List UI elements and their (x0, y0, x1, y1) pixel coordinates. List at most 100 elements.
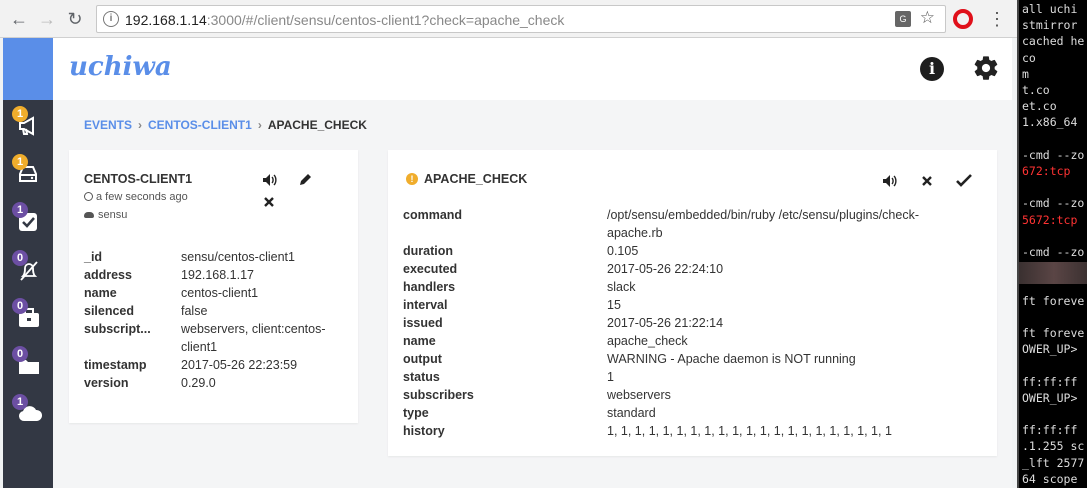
client-field-value: 0.29.0 (181, 376, 216, 390)
info-icon[interactable]: i (920, 57, 944, 81)
check-field-key: executed (403, 262, 458, 276)
forward-arrow-icon[interactable]: → (36, 8, 58, 30)
volume-icon[interactable] (882, 174, 898, 188)
check-field-value: standard (607, 406, 656, 420)
sidebar-badge-clients: 1 (12, 154, 28, 170)
url-host: 192.168.1.14 (125, 12, 207, 28)
sidebar-badge-checks: 1 (12, 202, 28, 218)
breadcrumb-separator: › (257, 118, 262, 132)
check-card: ! APACHE_CHECK command /opt/sensu/embedd… (388, 150, 997, 456)
breadcrumb-events[interactable]: EVENTS (84, 118, 132, 132)
client-field-value: sensu/centos-client1 (181, 250, 295, 264)
terminal-line: all uchi (1022, 2, 1078, 16)
uchiwa-logo[interactable]: uchiwa (69, 52, 172, 82)
browser-window: ← → ↻ i 192.168.1.14:3000/#/client/sensu… (0, 0, 1017, 488)
close-icon[interactable] (921, 175, 933, 187)
volume-icon[interactable] (262, 173, 278, 187)
terminal-line: ff:ff:ff (1022, 423, 1078, 438)
check-field-key: duration (403, 244, 453, 258)
terminal-line: .1.255 sc (1022, 439, 1085, 454)
check-field-value: WARNING - Apache daemon is NOT running (607, 352, 856, 366)
sidebar-item-stashes[interactable]: 0 (3, 340, 53, 388)
client-last-seen-text: a few seconds ago (96, 191, 188, 203)
terminal-line: m (1022, 66, 1029, 81)
terminal-line: 1.x86_64 (1022, 115, 1078, 130)
pencil-icon[interactable] (298, 172, 313, 187)
breadcrumb-client[interactable]: CENTOS-CLIENT1 (148, 118, 252, 132)
breadcrumb-separator: › (138, 118, 143, 132)
close-icon[interactable] (263, 196, 275, 208)
breadcrumb: EVENTS › CENTOS-CLIENT1 › APACHE_CHECK (84, 118, 367, 132)
url-text[interactable]: 192.168.1.14:3000/#/client/sensu/centos-… (125, 12, 564, 28)
check-field-value: apache_check (607, 334, 688, 348)
check-field-value: 15 (607, 298, 621, 312)
check-field-value: 1 (607, 370, 614, 384)
url-path: :3000/#/client/sensu/centos-client1?chec… (206, 12, 565, 28)
terminal-line: 5672:tcp (1022, 212, 1078, 227)
terminal-line: ft foreve (1022, 293, 1085, 308)
check-field-value: /opt/sensu/embedded/bin/ruby /etc/sensu/… (607, 208, 919, 240)
terminal-line: et.co (1022, 99, 1057, 114)
terminal-line: -cmd --zo (1022, 147, 1085, 162)
client-field-value: 2017-05-26 22:23:59 (181, 358, 298, 372)
check-field-key: name (403, 334, 436, 348)
sidebar-badge-events: 1 (12, 106, 28, 122)
reload-icon[interactable]: ↻ (64, 8, 86, 30)
browser-toolbar: ← → ↻ i 192.168.1.14:3000/#/client/sensu… (0, 0, 1017, 38)
clock-icon (84, 192, 93, 201)
app-header: uchiwa i (3, 38, 1012, 100)
uchiwa-page: uchiwa i 1 1 1 0 0 0 1 EVENTS › CENTOS-C… (3, 38, 1012, 488)
terminal-line: 672:tcp (1022, 164, 1071, 178)
terminal-window: all uchi stmirror cached he co m t.co et.co 1.x… (1017, 0, 1087, 488)
sidebar-item-events[interactable]: 1 (3, 100, 53, 148)
breadcrumb-current: APACHE_CHECK (267, 118, 367, 132)
sidebar-item-aggregates[interactable]: 0 (3, 292, 53, 340)
check-field-value: 0.105 (607, 244, 639, 258)
client-field-key: timestamp (84, 358, 147, 372)
back-arrow-icon[interactable]: ← (8, 8, 30, 30)
terminal-line: ff:ff:ff (1022, 374, 1078, 389)
browser-menu-icon[interactable]: ⋮ (988, 8, 1006, 30)
client-field-value: webservers, client:centos-client1 (181, 322, 326, 354)
cloud-icon (84, 212, 94, 218)
warning-status-icon: ! (406, 173, 418, 185)
check-field-key: output (403, 352, 442, 366)
client-datacenter-text: sensu (98, 209, 128, 221)
terminal-line: co (1022, 50, 1036, 65)
terminal-line: cached he (1022, 34, 1085, 49)
sidebar-badge-silenced: 0 (12, 250, 28, 266)
sidebar-item-clients[interactable]: 1 (3, 148, 53, 196)
sidebar: 1 1 1 0 0 0 1 (3, 100, 53, 488)
client-field-value: false (181, 304, 208, 318)
client-field-value: 192.168.1.17 (181, 268, 254, 282)
settings-gear-icon[interactable] (972, 54, 1000, 82)
check-field-value: 2017-05-26 21:22:14 (607, 316, 724, 330)
address-bar[interactable]: i 192.168.1.14:3000/#/client/sensu/cento… (96, 5, 946, 33)
terminal-line: -cmd --zo (1022, 196, 1085, 211)
check-field-key: interval (403, 298, 448, 312)
terminal-line: OWER_UP> (1022, 342, 1078, 357)
client-field-key: silenced (84, 304, 135, 318)
terminal-line: 64 scope (1022, 471, 1078, 486)
sidebar-item-checks[interactable]: 1 (3, 196, 53, 244)
translate-icon[interactable]: G (895, 11, 911, 27)
bookmark-star-icon[interactable]: ☆ (920, 8, 935, 28)
terminal-line: t.co (1022, 83, 1050, 97)
sidebar-item-silenced[interactable]: 0 (3, 244, 53, 292)
sidebar-badge-datacenters: 1 (12, 394, 28, 410)
terminal-line: _lft 2577 (1022, 455, 1085, 470)
opera-icon[interactable] (953, 9, 973, 29)
sidebar-item-datacenters[interactable]: 1 (3, 388, 53, 436)
sidebar-badge-stashes: 0 (12, 346, 28, 362)
check-field-key: type (403, 406, 429, 420)
client-details: _id sensu/centos-client1 address 192.168… (84, 250, 344, 410)
client-field-key: _id (84, 250, 103, 264)
sidebar-badge-aggregates: 0 (12, 298, 28, 314)
info-circle-icon[interactable]: i (103, 11, 119, 27)
brand-block (3, 38, 53, 100)
check-field-key: status (403, 370, 440, 384)
check-field-key: history (403, 424, 445, 438)
resolve-check-icon[interactable] (956, 174, 972, 187)
check-details: command /opt/sensu/embedded/bin/ruby /et… (403, 208, 983, 448)
client-field-key: subscript... (84, 322, 151, 336)
